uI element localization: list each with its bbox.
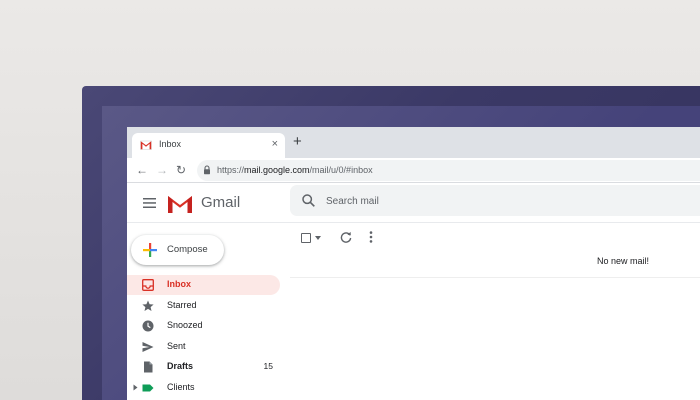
sidebar-item-label: Clients xyxy=(167,382,195,392)
browser-tab-inbox[interactable]: Inbox × xyxy=(132,133,285,158)
sidebar-item-clients[interactable]: Clients xyxy=(127,378,280,398)
empty-inbox-message: No new mail! xyxy=(597,256,650,266)
main-menu-icon[interactable] xyxy=(143,198,156,208)
star-icon xyxy=(142,300,154,311)
gmail-wordmark: Gmail xyxy=(201,194,241,211)
search-icon[interactable] xyxy=(302,194,315,207)
drafts-count-badge: 15 xyxy=(263,361,273,371)
sidebar-item-label: Snoozed xyxy=(167,320,203,330)
sidebar-item-drafts[interactable]: Drafts 15 xyxy=(127,357,280,377)
select-dropdown-caret-icon[interactable] xyxy=(315,236,321,240)
address-bar[interactable]: https://mail.google.com/mail/u/0/#inbox xyxy=(197,160,700,181)
reload-icon[interactable]: ↻ xyxy=(176,162,186,178)
inbox-icon xyxy=(142,279,154,291)
expand-arrow-icon[interactable] xyxy=(133,384,138,391)
draft-icon xyxy=(144,361,153,373)
gmail-favicon-icon xyxy=(140,140,152,150)
header-divider xyxy=(127,222,700,223)
label-icon xyxy=(142,384,154,392)
compose-button[interactable]: Compose xyxy=(131,235,224,265)
sidebar-item-inbox[interactable]: Inbox xyxy=(127,275,280,295)
more-options-icon[interactable] xyxy=(369,231,373,243)
gmail-logo-icon[interactable] xyxy=(167,194,193,214)
gmail-header: Gmail xyxy=(127,183,700,223)
send-icon xyxy=(142,342,154,352)
search-box[interactable] xyxy=(290,185,700,216)
search-input[interactable] xyxy=(326,193,576,209)
tab-title: Inbox xyxy=(159,139,182,149)
sidebar-item-sent[interactable]: Sent xyxy=(127,337,280,357)
browser-toolbar: ← → ↻ https://mail.google.com/mail/u/0/#… xyxy=(127,158,700,183)
url-path: /mail/u/0/#inbox xyxy=(309,165,373,175)
sidebar-item-label: Starred xyxy=(167,300,197,310)
sidebar-item-label: Sent xyxy=(167,341,186,351)
sidebar-item-label: Inbox xyxy=(167,279,191,289)
compose-plus-icon xyxy=(143,243,157,257)
refresh-icon[interactable] xyxy=(340,231,352,243)
forward-icon[interactable]: → xyxy=(156,162,168,178)
sidebar-item-snoozed[interactable]: Snoozed xyxy=(127,316,280,336)
sidebar-item-label: Drafts xyxy=(167,361,194,371)
url-host: mail.google.com xyxy=(244,165,310,175)
sidebar-item-starred[interactable]: Starred xyxy=(127,296,280,316)
lock-icon xyxy=(204,165,210,175)
select-all-checkbox[interactable] xyxy=(301,233,311,243)
toolbar-divider xyxy=(290,277,700,278)
new-tab-icon[interactable]: + xyxy=(293,134,302,150)
browser-window: Inbox × + ← → ↻ https://mail.google.com/… xyxy=(127,127,700,400)
tab-strip: Inbox × + xyxy=(127,127,700,158)
back-icon[interactable]: ← xyxy=(136,162,148,178)
url-scheme: https:// xyxy=(217,165,245,175)
url-text: https://mail.google.com/mail/u/0/#inbox xyxy=(217,165,373,175)
clock-icon xyxy=(142,320,154,332)
compose-label: Compose xyxy=(167,244,208,255)
tab-close-icon[interactable]: × xyxy=(272,137,278,151)
